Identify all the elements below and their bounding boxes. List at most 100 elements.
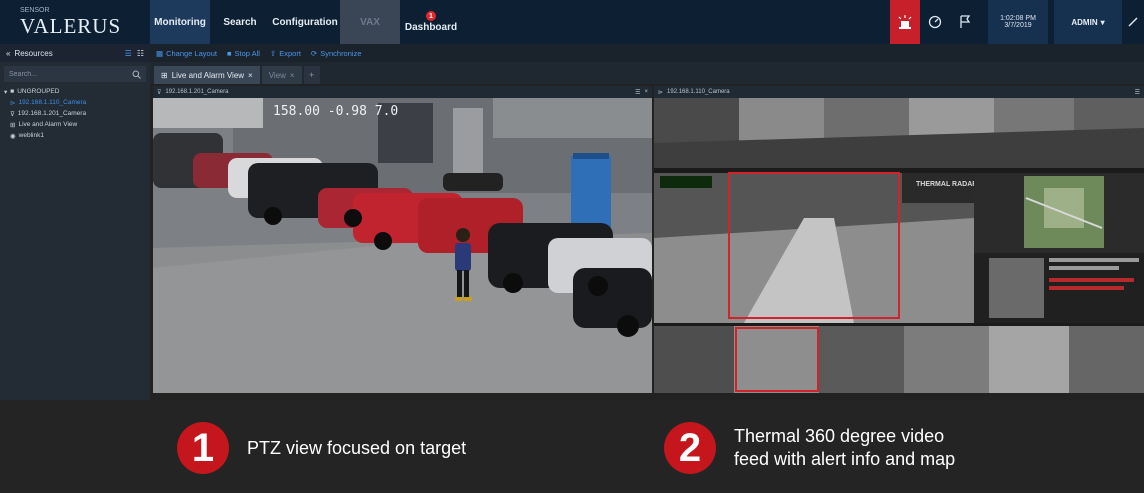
chevron-down-icon: ▾ xyxy=(4,88,8,96)
view-toolbar: ▦ Change Layout ■ Stop All ⇧ Export ⟳ Sy… xyxy=(150,44,1144,62)
sync-icon: ⟳ xyxy=(310,48,318,58)
tree-item-label: 192.168.1.201_Camera xyxy=(17,110,87,117)
alarm-button[interactable] xyxy=(890,0,920,44)
close-icon[interactable]: × xyxy=(248,71,253,80)
camera-icon: ⊳ xyxy=(658,89,664,96)
header-right: 1:02:08 PM 3/7/2019 ADMIN ▾ xyxy=(890,0,1144,44)
ptz-overlay-text: 158.00 -0.98 7.0 xyxy=(273,104,398,119)
clock-date: 3/7/2019 xyxy=(1004,22,1032,29)
tab-live-and-alarm-view[interactable]: ⊞ Live and Alarm View × xyxy=(154,66,260,84)
user-name: ADMIN xyxy=(1071,17,1098,27)
sidebar-search xyxy=(4,66,146,82)
nav-dashboard[interactable]: 1 Dashboard xyxy=(400,0,462,44)
pane-header: ⊳ 192.168.1.110_Camera ☰ xyxy=(654,86,1144,98)
caption-text: Thermal 360 degree video feed with alert… xyxy=(734,425,955,471)
tab-label: Live and Alarm View xyxy=(171,70,245,80)
camera-pane-left[interactable]: ⊽ 192.168.1.201_Camera ☰ × 158.00 -0.98 … xyxy=(153,86,652,393)
view-icon: ⊞ xyxy=(161,70,168,80)
clock: 1:02:08 PM 3/7/2019 xyxy=(988,0,1048,44)
chevron-down-icon: ▾ xyxy=(1100,17,1105,27)
close-icon[interactable]: × xyxy=(290,71,295,80)
export-label: Export xyxy=(279,48,301,58)
synchronize-label: Synchronize xyxy=(320,48,362,58)
synchronize-button[interactable]: ⟳ Synchronize xyxy=(311,49,362,58)
radar-label: THERMAL RADAR xyxy=(916,181,977,188)
sidebar-header: « Resources ☰ ☷ xyxy=(0,44,150,62)
caption-line: Thermal 360 degree video xyxy=(734,426,945,446)
thermal-video-feed[interactable]: THERMAL RADAR xyxy=(654,98,1144,393)
tab-label: View xyxy=(268,70,286,80)
nav-configuration[interactable]: Configuration xyxy=(270,0,340,44)
clock-time: 1:02:08 PM xyxy=(1000,15,1036,22)
tree-item[interactable]: ◉ weblink1 xyxy=(4,130,150,141)
pin-icon xyxy=(1128,17,1138,27)
flag-icon xyxy=(960,15,971,28)
change-layout-button[interactable]: ▦ Change Layout xyxy=(156,49,217,58)
alarm-light-icon xyxy=(898,15,912,29)
menu-icon[interactable]: ☰ xyxy=(1135,89,1140,96)
stop-all-label: Stop All xyxy=(234,48,260,58)
nav-vax[interactable]: VAX xyxy=(340,0,400,44)
group-label: UNGROUPED xyxy=(17,88,60,95)
collapse-icon[interactable]: « xyxy=(6,49,10,58)
globe-icon: ◉ xyxy=(10,132,16,140)
tree-item[interactable]: ⊳ 192.168.1.110_Camera xyxy=(4,97,150,108)
camera-icon: ⊳ xyxy=(10,99,16,107)
sort-icon[interactable]: ☰ xyxy=(125,49,132,58)
resource-tree: ▾ ■ UNGROUPED ⊳ 192.168.1.110_Camera ⊽ 1… xyxy=(0,86,150,141)
tree-group[interactable]: ▾ ■ UNGROUPED xyxy=(4,86,150,97)
ptz-video-feed[interactable]: 158.00 -0.98 7.0 xyxy=(153,98,652,393)
app-logo: SENSOR VALERUS xyxy=(0,0,150,44)
camera-icon: ⊽ xyxy=(10,110,15,118)
camera-pane-right[interactable]: ⊳ 192.168.1.110_Camera ☰ THERMAL RADAR xyxy=(654,86,1144,393)
nav-monitoring[interactable]: Monitoring xyxy=(150,0,210,44)
dashboard-badge: 1 xyxy=(426,11,436,21)
close-icon[interactable]: × xyxy=(644,89,648,95)
stop-all-button[interactable]: ■ Stop All xyxy=(227,49,260,58)
ptz-video-image: 158.00 -0.98 7.0 xyxy=(153,98,652,393)
tree-item-label: Live and Alarm View xyxy=(18,121,78,128)
tree-item-label: 192.168.1.110_Camera xyxy=(18,99,87,106)
pane-camera-name: 192.168.1.201_Camera xyxy=(165,89,229,95)
search-icon[interactable] xyxy=(132,70,141,79)
sidebar-title: Resources xyxy=(14,48,53,58)
tree-item[interactable]: ⊞ Live and Alarm View xyxy=(4,119,150,130)
pane-camera-name: 192.168.1.110_Camera xyxy=(667,89,730,95)
tree-item[interactable]: ⊽ 192.168.1.201_Camera xyxy=(4,108,150,119)
menu-icon[interactable]: ☰ xyxy=(635,89,640,96)
logo-name: VALERUS xyxy=(20,14,122,38)
layout-icon: ▦ xyxy=(156,48,164,58)
tree-item-label: weblink1 xyxy=(18,132,44,139)
caption-line: feed with alert info and map xyxy=(734,449,956,469)
tab-view[interactable]: View × xyxy=(261,66,302,84)
caption-text: PTZ view focused on target xyxy=(247,437,467,458)
pane-header: ⊽ 192.168.1.201_Camera ☰ × xyxy=(153,86,652,98)
gauge-icon xyxy=(928,15,942,29)
view-icon: ⊞ xyxy=(10,121,16,129)
export-button[interactable]: ⇧ Export xyxy=(270,49,301,58)
pin-button[interactable] xyxy=(1122,0,1144,44)
export-icon: ⇧ xyxy=(269,48,277,58)
flag-button[interactable] xyxy=(950,0,980,44)
main-nav: Monitoring Search Configuration VAX 1 Da… xyxy=(150,0,462,44)
camera-icon: ⊽ xyxy=(157,89,162,96)
caption-band: 1 PTZ view focused on target 2 Thermal 3… xyxy=(0,400,1144,493)
top-bar: SENSOR VALERUS Monitoring Search Configu… xyxy=(0,0,1144,44)
caption-2: 2 Thermal 360 degree video feed with ale… xyxy=(664,422,955,474)
thermal-video-image: THERMAL RADAR xyxy=(654,98,1144,393)
caption-number: 2 xyxy=(664,422,716,474)
folder-icon: ■ xyxy=(10,88,15,95)
resources-sidebar: « Resources ☰ ☷ ▾ ■ UNGROUPED ⊳ 192.168.… xyxy=(0,44,150,400)
user-menu[interactable]: ADMIN ▾ xyxy=(1054,0,1122,44)
stop-icon: ■ xyxy=(226,48,232,58)
search-input[interactable] xyxy=(9,70,132,78)
add-tab-button[interactable]: + xyxy=(303,66,320,84)
view-tabs: ⊞ Live and Alarm View × View × + xyxy=(150,62,1144,84)
change-layout-label: Change Layout xyxy=(166,48,217,58)
dashboard-label: Dashboard xyxy=(404,22,458,33)
nav-search[interactable]: Search xyxy=(210,0,270,44)
status-button[interactable] xyxy=(920,0,950,44)
caption-number: 1 xyxy=(177,422,229,474)
caption-1: 1 PTZ view focused on target xyxy=(177,422,466,474)
list-view-icon[interactable]: ☷ xyxy=(137,49,144,58)
